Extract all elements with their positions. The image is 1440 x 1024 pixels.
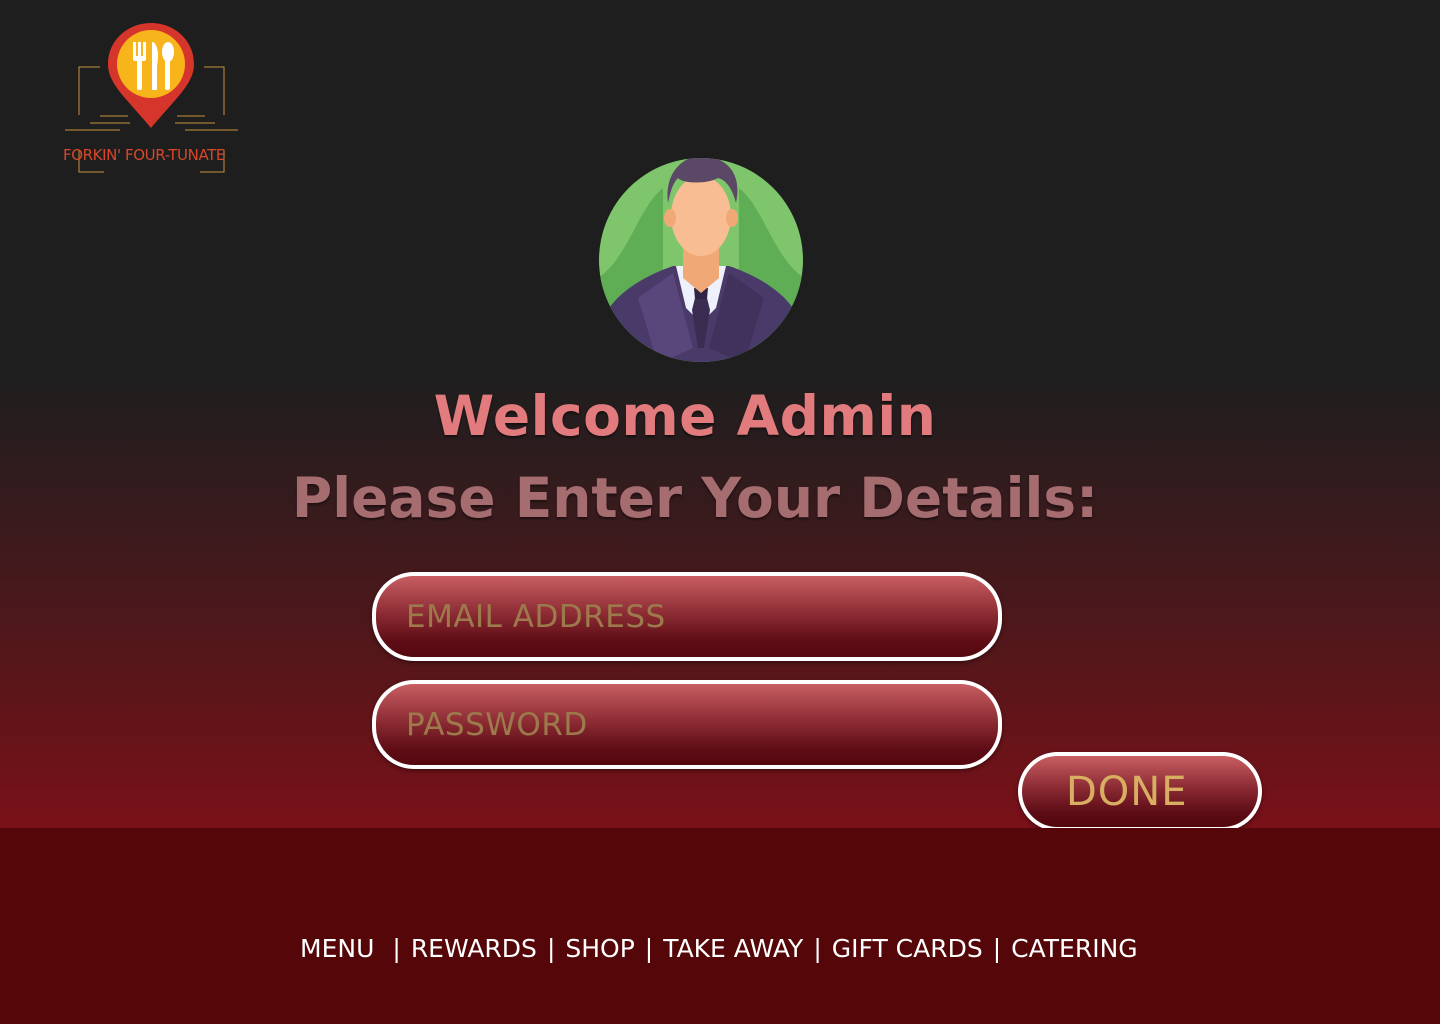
nav-separator: | [992, 934, 1002, 963]
footer: MENU | REWARDS | SHOP | TAKE AWAY | GIFT CARDS | C… [0, 828, 1440, 1024]
admin-avatar [598, 148, 804, 364]
nav-separator: | [644, 934, 654, 963]
password-field-container [372, 680, 1002, 769]
nav-separator: | [813, 934, 822, 963]
done-button[interactable]: DONE [1018, 752, 1262, 831]
nav-item-catering[interactable]: CATERING [1011, 934, 1138, 963]
nav-separator: | [392, 934, 401, 963]
admin-avatar-icon [599, 158, 803, 362]
email-field-container [372, 572, 1002, 661]
nav-separator: | [546, 934, 556, 963]
welcome-heading: Welcome Admin [433, 384, 937, 448]
nav-item-rewards[interactable]: REWARDS [411, 934, 537, 963]
nav-item-gift-cards[interactable]: GIFT CARDS [832, 934, 983, 963]
email-input[interactable] [406, 576, 966, 657]
password-input[interactable] [406, 684, 966, 765]
footer-nav: MENU | REWARDS | SHOP | TAKE AWAY | GIFT CARDS | C… [300, 934, 1138, 963]
nav-item-shop[interactable]: SHOP [565, 934, 634, 963]
nav-item-menu[interactable]: MENU [300, 934, 374, 963]
nav-item-take-away[interactable]: TAKE AWAY [663, 934, 803, 963]
brand-logo[interactable]: FORKIN' FOUR-TUNATE [60, 20, 245, 178]
brand-name: FORKIN' FOUR-TUNATE [63, 146, 225, 164]
details-prompt: Please Enter Your Details: [291, 466, 1099, 530]
